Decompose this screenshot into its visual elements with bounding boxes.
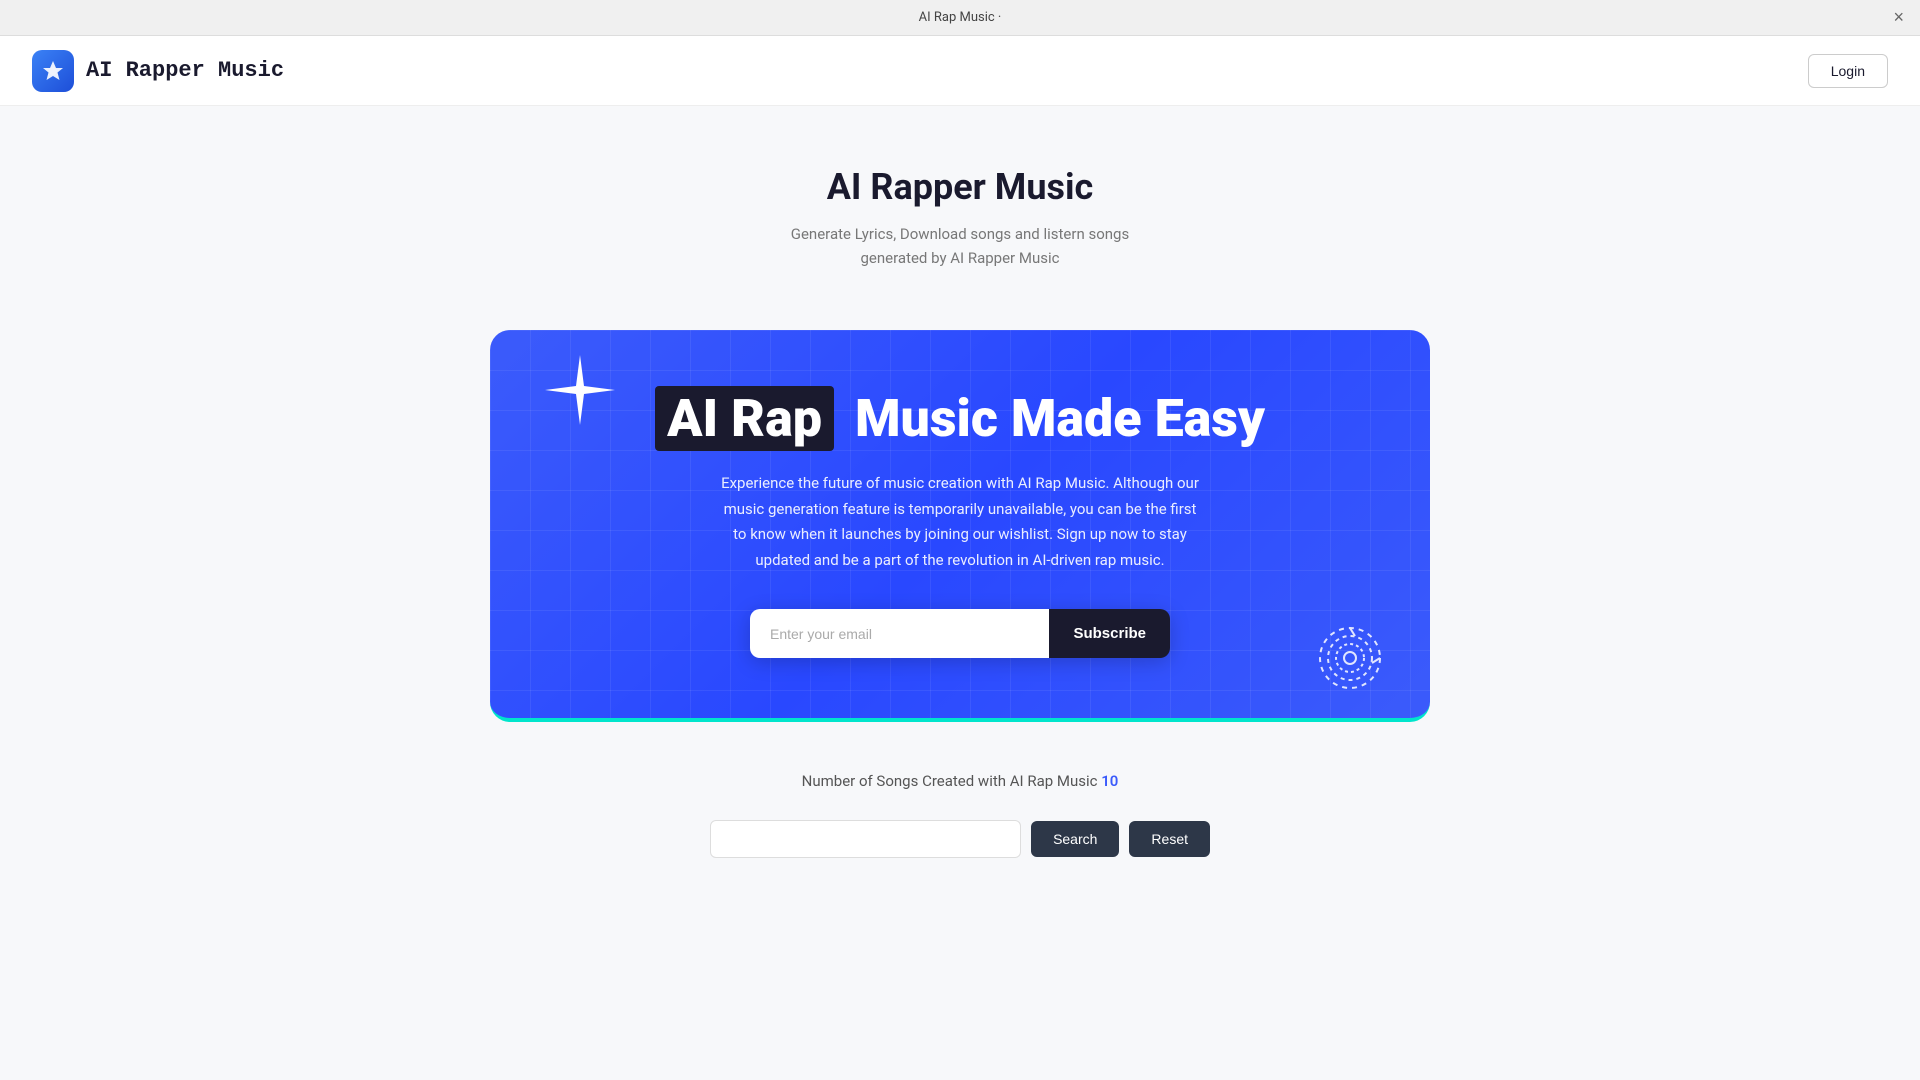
search-input[interactable] [710,820,1021,858]
browser-title: AI Rap Music · [919,10,1002,25]
hero-headline: AI Rap Music Made Easy [655,390,1265,447]
brand: AI Rapper Music [32,50,284,92]
page-subtitle: Generate Lyrics, Download songs and list… [791,222,1129,270]
subtitle-line1: Generate Lyrics, Download songs and list… [791,225,1129,243]
hero-description: Experience the future of music creation … [720,471,1200,573]
email-input[interactable] [750,609,1049,658]
login-button[interactable]: Login [1808,54,1888,88]
stats-section: Number of Songs Created with AI Rap Musi… [802,772,1119,790]
stats-count: 10 [1101,772,1118,790]
navbar: AI Rapper Music Login [0,36,1920,106]
reset-button[interactable]: Reset [1129,821,1210,857]
hero-headline-rest: Music Made Easy [842,388,1265,449]
subtitle-line2: generated by AI Rapper Music [861,249,1060,267]
hero-headline-highlight: AI Rap [655,386,834,451]
subscribe-button[interactable]: Subscribe [1049,609,1170,658]
search-section: Search Reset [710,820,1210,858]
brand-name-label: AI Rapper Music [86,58,284,83]
browser-close-button[interactable]: × [1893,7,1904,28]
browser-bar: AI Rap Music · × [0,0,1920,36]
brand-logo-icon [32,50,74,92]
page-title: AI Rapper Music [827,166,1094,208]
stats-prefix: Number of Songs Created with AI Rap Musi… [802,772,1098,790]
email-form: Subscribe [750,609,1170,658]
hero-card-content: AI Rap Music Made Easy Experience the fu… [540,390,1380,658]
search-button[interactable]: Search [1031,821,1119,857]
main-content: AI Rapper Music Generate Lyrics, Downloa… [0,106,1920,898]
hero-card: AI Rap Music Made Easy Experience the fu… [490,330,1430,722]
stats-text: Number of Songs Created with AI Rap Musi… [802,772,1119,790]
